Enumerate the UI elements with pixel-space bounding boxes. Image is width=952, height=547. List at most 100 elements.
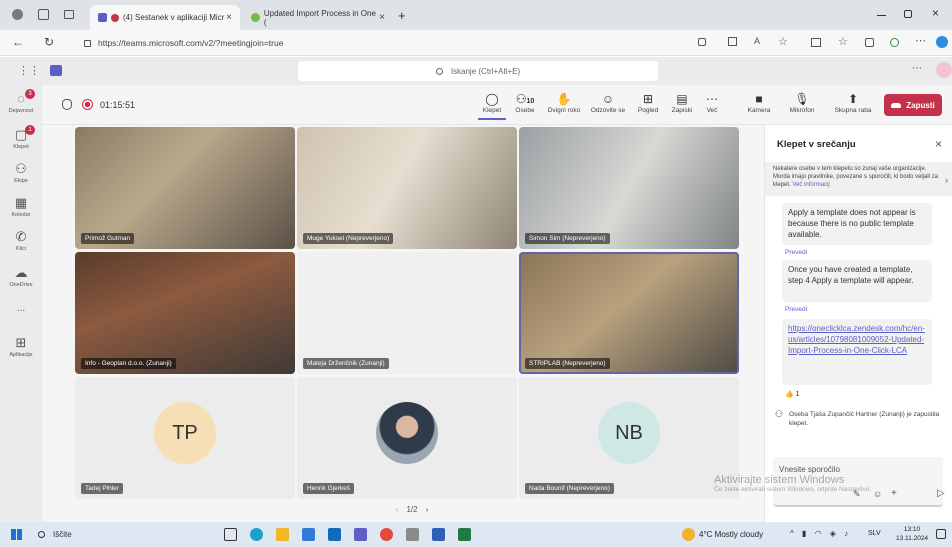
- toolbar-people-button[interactable]: ⚇10 Osebe: [510, 91, 540, 114]
- search-input[interactable]: Iskanje (Ctrl+Alt+E): [298, 61, 658, 81]
- rail-more[interactable]: ...: [0, 303, 42, 314]
- chevron-right-icon[interactable]: ›: [945, 175, 948, 185]
- shield-icon[interactable]: [62, 99, 72, 110]
- browser-tab-bar: (4) Sestanek v aplikaciji Micr × Updated…: [0, 0, 952, 30]
- prev-page-icon[interactable]: ‹: [396, 505, 399, 514]
- rail-label: ...: [16, 303, 26, 314]
- translate-link[interactable]: Prevedi: [785, 306, 807, 313]
- back-icon[interactable]: ←: [12, 35, 24, 49]
- rail-onedrive[interactable]: ☁ OneDrive: [0, 265, 42, 288]
- toolbar-react-button[interactable]: ☺ Odzovite se: [588, 91, 628, 114]
- text-size-icon[interactable]: A: [754, 36, 760, 46]
- refresh-icon[interactable]: ↻: [44, 35, 54, 49]
- toolbar-view-button[interactable]: ⊞ Pogled: [632, 91, 664, 114]
- meeting-toolbar: 01:15:51 ◯ Klepet ⚇10 Osebe ✋ Dvigni rok…: [42, 85, 952, 125]
- restore-icon[interactable]: [904, 10, 912, 18]
- notifications-icon[interactable]: [936, 529, 946, 539]
- collections-icon[interactable]: [865, 38, 874, 47]
- new-tab-button[interactable]: +: [398, 8, 406, 23]
- extensions-icon[interactable]: [890, 38, 899, 47]
- profile-icon[interactable]: [12, 9, 23, 20]
- chrome-icon[interactable]: [380, 528, 393, 541]
- rail-activity[interactable]: ◌ 3 Dejavnost: [0, 89, 42, 114]
- store-icon[interactable]: [302, 528, 315, 541]
- participant-tile[interactable]: Henrik Gjerkeš: [297, 377, 517, 499]
- app-launcher-icon[interactable]: ⋮⋮: [18, 64, 40, 77]
- toolbar-chat-button[interactable]: ◯ Klepet: [478, 91, 506, 120]
- toolbar-more-button[interactable]: ⋯ Več: [698, 91, 726, 114]
- app-available-icon[interactable]: [728, 37, 737, 46]
- user-avatar[interactable]: [936, 62, 952, 78]
- word-icon[interactable]: [432, 528, 445, 541]
- task-view-icon[interactable]: [224, 528, 237, 541]
- close-icon[interactable]: ×: [935, 137, 942, 151]
- rail-teams[interactable]: ⚇ Ekipe: [0, 161, 42, 184]
- rail-apps[interactable]: ⊞ Aplikacije: [0, 335, 42, 358]
- close-window-icon[interactable]: ×: [932, 6, 939, 20]
- split-screen-icon[interactable]: [811, 38, 821, 47]
- language-indicator[interactable]: SLV: [868, 530, 881, 537]
- weather-text[interactable]: 4°C Mostly cloudy: [699, 530, 763, 539]
- more-icon[interactable]: ⋯: [915, 34, 926, 47]
- close-tab-icon[interactable]: ×: [226, 12, 232, 23]
- system-message: Oseba Tjaša Zupančič Hartner (Zunanji) j…: [789, 411, 940, 427]
- workspaces-icon[interactable]: [38, 9, 49, 20]
- minimize-icon[interactable]: [877, 15, 886, 16]
- participant-tile-active-speaker[interactable]: STRIPLAB (Nepreverjeno): [519, 252, 739, 374]
- notification-badge: 1: [25, 125, 35, 135]
- close-tab-icon[interactable]: ×: [379, 12, 385, 23]
- leave-button[interactable]: Zapusti: [884, 94, 942, 116]
- tab-label: (4) Sestanek v aplikaciji Micr: [123, 13, 225, 22]
- toolbar-raise-hand-button[interactable]: ✋ Dvigni roko: [544, 91, 584, 114]
- toolbar-label: Več: [706, 107, 718, 114]
- settings-more-icon[interactable]: ⋯: [912, 63, 922, 74]
- toolbar-mic-button[interactable]: 🎙 Mikrofon: [782, 91, 822, 114]
- taskbar-search[interactable]: Iščite: [38, 526, 218, 543]
- teams-icon[interactable]: [354, 528, 367, 541]
- tray-icons[interactable]: ^ ▮ ◠ ◈ ♪: [790, 529, 851, 538]
- notice-link[interactable]: Več informacij: [792, 182, 829, 188]
- next-page-icon[interactable]: ›: [426, 505, 429, 514]
- avatar: NB: [598, 402, 660, 464]
- participant-tile[interactable]: Primož Gutman: [75, 127, 295, 249]
- oneclick-favicon-icon: [251, 13, 260, 22]
- participant-tile[interactable]: NB Nada Bounif (Nepreverjeno): [519, 377, 739, 499]
- rail-calls[interactable]: ✆ Klici: [0, 229, 42, 252]
- start-icon[interactable]: [11, 529, 22, 540]
- app-icon[interactable]: [406, 528, 419, 541]
- tab-actions-icon[interactable]: [64, 10, 74, 19]
- translate-link[interactable]: Prevedi: [785, 249, 807, 256]
- tab-teams-meeting[interactable]: (4) Sestanek v aplikaciji Micr ×: [90, 5, 240, 30]
- participant-tile[interactable]: Simon Sim (Nepreverjeno): [519, 127, 739, 249]
- rail-calendar[interactable]: ▦ Koledar: [0, 195, 42, 218]
- participant-tile[interactable]: Mateja Drženčnik (Zunanji): [297, 252, 517, 374]
- left-rail: ◌ 3 Dejavnost ▢ 1 Klepet ⚇ Ekipe ▦ Koled…: [0, 85, 42, 522]
- message-link[interactable]: https://oneclicklca.zendesk.com/hc/en-us…: [788, 324, 925, 355]
- reaction-badge[interactable]: 👍 1: [785, 390, 800, 398]
- participant-tile[interactable]: TP Tadej Pihler: [75, 377, 295, 499]
- outlook-icon[interactable]: [328, 528, 341, 541]
- participant-tile[interactable]: Info - Geoplan d.o.o. (Zunanji): [75, 252, 295, 374]
- toolbar-share-button[interactable]: ⬆ Skupna raba: [830, 91, 876, 114]
- camera-icon: ■: [755, 92, 763, 106]
- favorites-icon[interactable]: ☆: [838, 35, 848, 48]
- toolbar-label: Skupna raba: [834, 107, 872, 114]
- send-icon[interactable]: ▷: [937, 488, 945, 499]
- read-aloud-icon[interactable]: [698, 38, 706, 46]
- edge-icon[interactable]: [250, 528, 263, 541]
- emoji-icon[interactable]: ☺: [873, 489, 882, 499]
- rail-chat[interactable]: ▢ 1 Klepet: [0, 125, 42, 150]
- file-explorer-icon[interactable]: [276, 528, 289, 541]
- tab-oneclicklca[interactable]: Updated Import Process in One ( ×: [243, 5, 393, 30]
- toolbar-notes-button[interactable]: ▤ Zapiski: [666, 91, 698, 114]
- chat-message: Apply a template does not appear is beca…: [782, 203, 932, 245]
- clock[interactable]: 13:10 13.11.2024: [896, 525, 928, 543]
- recording-icon: [82, 99, 93, 110]
- copilot-icon[interactable]: [936, 36, 948, 48]
- excel-icon[interactable]: [458, 528, 471, 541]
- participant-tile[interactable]: Muge Yuksel (Nepreverjeno): [297, 127, 517, 249]
- url-field[interactable]: https://teams.microsoft.com/v2/?meetingj…: [76, 34, 716, 52]
- favorite-star-icon[interactable]: ☆: [778, 35, 788, 48]
- toolbar-camera-button[interactable]: ■ Kamera: [742, 91, 776, 114]
- add-icon[interactable]: +: [891, 488, 897, 499]
